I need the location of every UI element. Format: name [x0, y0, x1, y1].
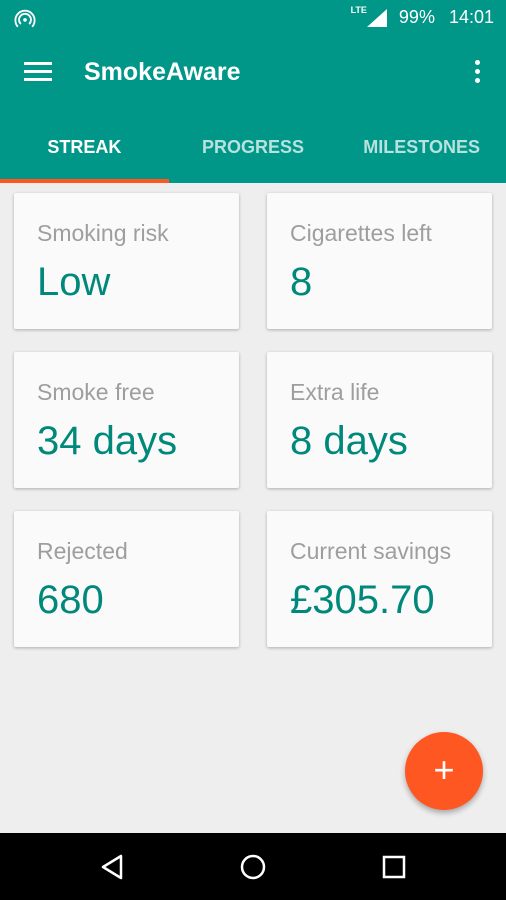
card-value: 680	[37, 578, 104, 622]
home-icon[interactable]	[239, 853, 267, 881]
clock: 14:01	[448, 7, 494, 27]
card-label: Rejected	[37, 538, 128, 564]
hamburger-menu-icon[interactable]	[24, 62, 52, 86]
active-tab-indicator	[0, 179, 169, 183]
app-title: SmokeAware	[84, 58, 241, 86]
app-bar: SmokeAware STREAK PROGRESS MILESTONES	[0, 36, 506, 183]
tab-bar: STREAK PROGRESS MILESTONES	[0, 128, 506, 183]
add-button[interactable]: +	[405, 732, 483, 810]
card-value: £305.70	[290, 578, 435, 622]
battery-level: 99%	[398, 7, 435, 27]
status-bar: LTE 99% 14:01	[0, 0, 506, 36]
tab-milestones[interactable]: MILESTONES	[337, 128, 506, 183]
card-label: Smoke free	[37, 379, 155, 405]
card-value: 34 days	[37, 419, 178, 463]
signal-icon	[366, 8, 387, 27]
card-value: Low	[37, 260, 111, 304]
system-nav-bar	[0, 833, 506, 900]
tab-streak[interactable]: STREAK	[0, 128, 169, 183]
card-smoking-risk[interactable]: Smoking risk Low	[14, 193, 239, 329]
card-label: Extra life	[290, 379, 380, 405]
card-smoke-free[interactable]: Smoke free 34 days	[14, 352, 239, 488]
card-extra-life[interactable]: Extra life 8 days	[267, 352, 492, 488]
card-cigarettes-left[interactable]: Cigarettes left 8	[267, 193, 492, 329]
hotspot-icon	[14, 9, 36, 28]
more-vert-icon[interactable]	[474, 60, 482, 90]
card-label: Smoking risk	[37, 220, 169, 246]
network-type: LTE	[350, 4, 367, 15]
card-value: 8 days	[290, 419, 408, 463]
card-label: Current savings	[290, 538, 452, 564]
card-label: Cigarettes left	[290, 220, 432, 246]
recents-icon[interactable]	[380, 853, 408, 881]
tab-progress[interactable]: PROGRESS	[169, 128, 338, 183]
card-current-savings[interactable]: Current savings £305.70	[267, 511, 492, 647]
card-value: 8	[290, 260, 313, 304]
card-rejected[interactable]: Rejected 680	[14, 511, 239, 647]
back-icon[interactable]	[99, 853, 127, 881]
